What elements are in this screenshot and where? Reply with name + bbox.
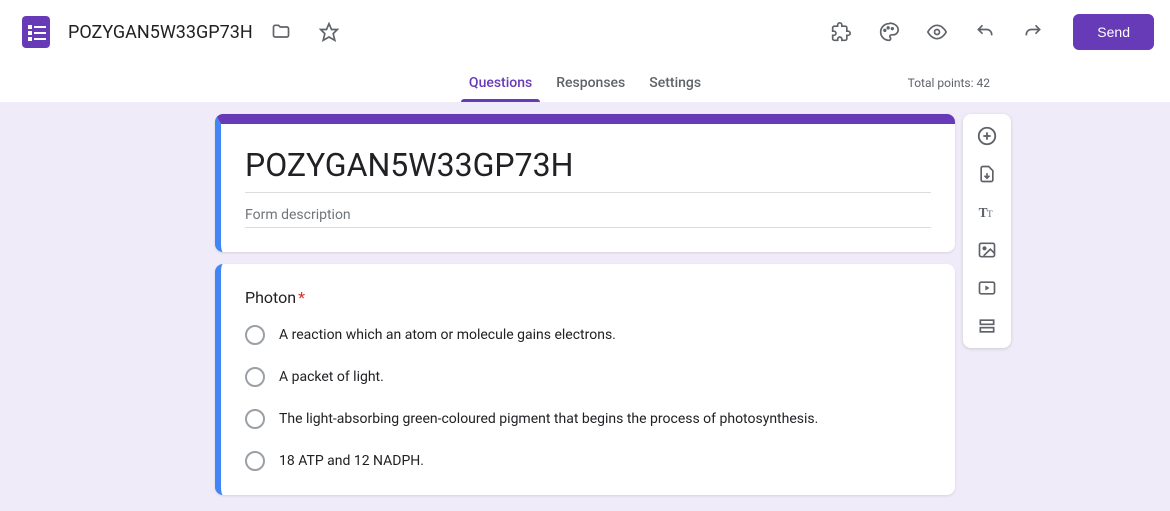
option-row[interactable]: The light-absorbing green-coloured pigme… — [245, 409, 931, 429]
option-text: The light-absorbing green-coloured pigme… — [279, 411, 818, 427]
app-header: POZYGAN5W33GP73H Send — [0, 0, 1170, 64]
required-star: * — [298, 288, 305, 307]
redo-icon[interactable] — [1013, 12, 1053, 52]
add-title-icon[interactable]: TT — [969, 198, 1005, 226]
tab-questions[interactable]: Questions — [469, 64, 532, 102]
question-title[interactable]: Photon* — [245, 288, 931, 307]
move-to-folder-icon[interactable] — [261, 12, 301, 52]
svg-text:T: T — [987, 209, 993, 219]
radio-icon — [245, 451, 265, 471]
form-description[interactable]: Form description — [245, 201, 931, 228]
add-question-icon[interactable] — [969, 122, 1005, 150]
palette-icon[interactable] — [869, 12, 909, 52]
options-list: A reaction which an atom or molecule gai… — [245, 325, 931, 471]
doc-title[interactable]: POZYGAN5W33GP73H — [68, 22, 253, 43]
preview-icon[interactable] — [917, 12, 957, 52]
question-card[interactable]: Photon* A reaction which an atom or mole… — [215, 264, 955, 495]
tab-responses[interactable]: Responses — [556, 64, 625, 102]
total-points-label: Total points: 42 — [908, 76, 990, 90]
radio-icon — [245, 367, 265, 387]
form-title[interactable]: POZYGAN5W33GP73H — [245, 146, 931, 193]
option-text: 18 ATP and 12 NADPH. — [279, 453, 424, 469]
form-title-card[interactable]: POZYGAN5W33GP73H Form description — [215, 114, 955, 252]
option-row[interactable]: A reaction which an atom or molecule gai… — [245, 325, 931, 345]
side-toolbar: TT — [963, 114, 1011, 348]
send-button[interactable]: Send — [1073, 14, 1154, 50]
import-questions-icon[interactable] — [969, 160, 1005, 188]
radio-icon — [245, 409, 265, 429]
star-icon[interactable] — [309, 12, 349, 52]
undo-icon[interactable] — [965, 12, 1005, 52]
option-row[interactable]: 18 ATP and 12 NADPH. — [245, 451, 931, 471]
option-text: A reaction which an atom or molecule gai… — [279, 327, 616, 343]
option-text: A packet of light. — [279, 369, 384, 385]
add-section-icon[interactable] — [969, 312, 1005, 340]
option-row[interactable]: A packet of light. — [245, 367, 931, 387]
add-video-icon[interactable] — [969, 274, 1005, 302]
addons-icon[interactable] — [821, 12, 861, 52]
question-title-text: Photon — [245, 288, 296, 307]
tabs-bar: Questions Responses Settings Total point… — [0, 64, 1170, 102]
tab-settings[interactable]: Settings — [649, 64, 701, 102]
add-image-icon[interactable] — [969, 236, 1005, 264]
main-area: POZYGAN5W33GP73H Form description Photon… — [0, 102, 1170, 507]
radio-icon — [245, 325, 265, 345]
forms-logo[interactable] — [16, 12, 56, 52]
